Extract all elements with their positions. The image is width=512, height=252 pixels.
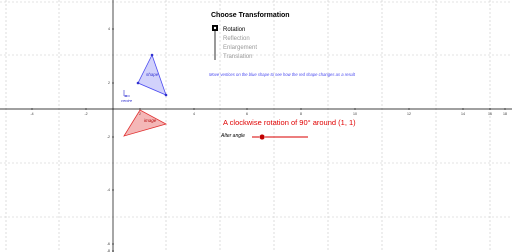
option-rotation[interactable]: Rotation: [223, 27, 245, 33]
selector-handle-ring: [213, 26, 217, 30]
option-enlargement[interactable]: Enlargement: [223, 45, 257, 51]
panel-title: Choose Transformation: [211, 12, 290, 19]
y-tick-label: -4: [107, 188, 110, 192]
x-tick-label: 10: [353, 112, 357, 116]
option-reflection[interactable]: Reflection: [223, 36, 250, 42]
x-tick-label: 4: [193, 112, 195, 116]
slider-label: Alter angle: [221, 133, 245, 139]
blue-shape-label: shape: [146, 72, 159, 77]
graphics-view[interactable]: -4 -2 2 4 6 8 10 12 14 16 18 4 2 -2 -4 -6 -8 Choose Tran…: [0, 0, 512, 252]
x-tick-label: 12: [407, 112, 411, 116]
transformation-description: A clockwise rotation of 90° around (1, 1…: [223, 118, 356, 127]
red-shape-label: image: [144, 118, 157, 123]
option-translation[interactable]: Translation: [223, 54, 252, 60]
x-tick-label: 16: [488, 112, 492, 116]
instruction-text: Move vertices on the blue shape to see h…: [209, 72, 355, 77]
y-tick-label: -2: [107, 135, 110, 139]
y-tick-label: 2: [108, 81, 110, 85]
centre-label: centre: [121, 98, 133, 103]
x-tick-label: 6: [246, 112, 248, 116]
x-tick-label: 14: [461, 112, 465, 116]
tick-labels: -4 -2 2 4 6 8 10 12 14 16 1842-2-4-6-8: [30, 27, 507, 252]
x-tick-label: -4: [30, 112, 33, 116]
x-tick-label: 8: [300, 112, 302, 116]
slider-knob[interactable]: [259, 133, 266, 141]
x-tick-label: 18: [503, 112, 507, 116]
x-tick-label: -2: [84, 112, 87, 116]
blue-vertex[interactable]: [164, 93, 168, 97]
centre-point[interactable]: [123, 90, 130, 97]
blue-vertex[interactable]: [136, 81, 140, 85]
angle-slider[interactable]: [252, 133, 308, 141]
blue-vertex[interactable]: [150, 53, 154, 57]
y-tick-label: 4: [108, 27, 110, 31]
y-tick-label: -6: [107, 242, 110, 246]
